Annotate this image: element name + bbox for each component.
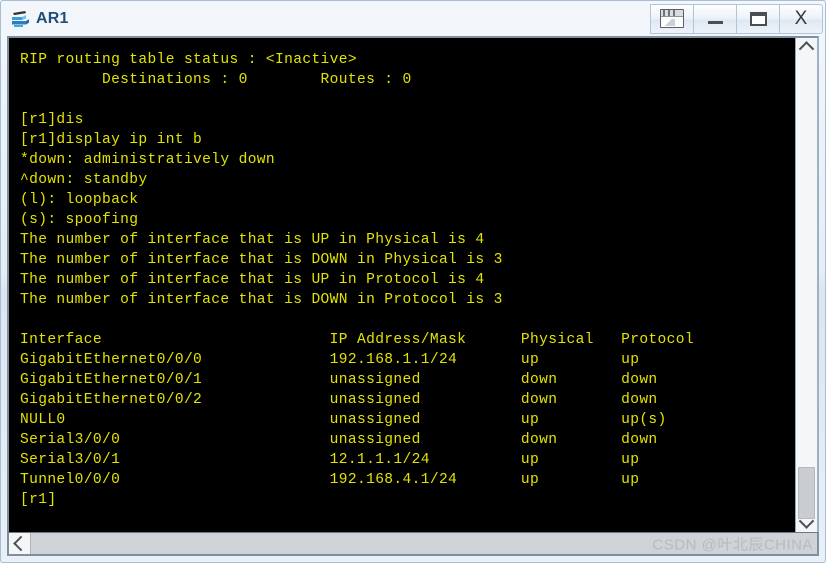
window-bottom-pad	[1, 556, 825, 562]
title-bar: AR1 X	[1, 1, 825, 36]
window-title: AR1	[36, 9, 69, 27]
snapshot-icon	[660, 9, 684, 28]
maximize-button[interactable]	[736, 3, 780, 34]
scroll-left-button[interactable]	[9, 533, 31, 554]
console-output: RIP routing table status : <Inactive> De…	[20, 52, 694, 508]
vertical-scroll-thumb[interactable]	[798, 467, 815, 519]
chevron-left-icon	[13, 535, 29, 552]
router-cli-window: AR1 X RIP routing table status : <Inacti…	[0, 0, 826, 563]
close-button[interactable]: X	[779, 3, 823, 34]
chevron-up-icon	[798, 41, 815, 57]
terminal-row: RIP routing table status : <Inactive> De…	[9, 38, 817, 532]
maximize-icon	[749, 11, 767, 26]
router-device-icon	[9, 8, 31, 30]
terminal-screen[interactable]: RIP routing table status : <Inactive> De…	[9, 38, 795, 532]
horizontal-scroll-track[interactable]: CSDN @叶北辰CHINA	[31, 533, 817, 554]
scroll-up-button[interactable]	[796, 38, 817, 57]
minimize-icon	[707, 21, 723, 24]
vertical-scroll-track[interactable]	[796, 57, 817, 519]
close-icon: X	[794, 8, 808, 29]
horizontal-scrollbar[interactable]: CSDN @叶北辰CHINA	[7, 532, 819, 556]
watermark-label: CSDN @叶北辰CHINA	[652, 536, 813, 553]
snapshot-button[interactable]	[650, 3, 694, 34]
terminal-shell: RIP routing table status : <Inactive> De…	[7, 36, 819, 532]
minimize-button[interactable]	[693, 3, 737, 34]
vertical-scrollbar[interactable]	[795, 38, 817, 532]
